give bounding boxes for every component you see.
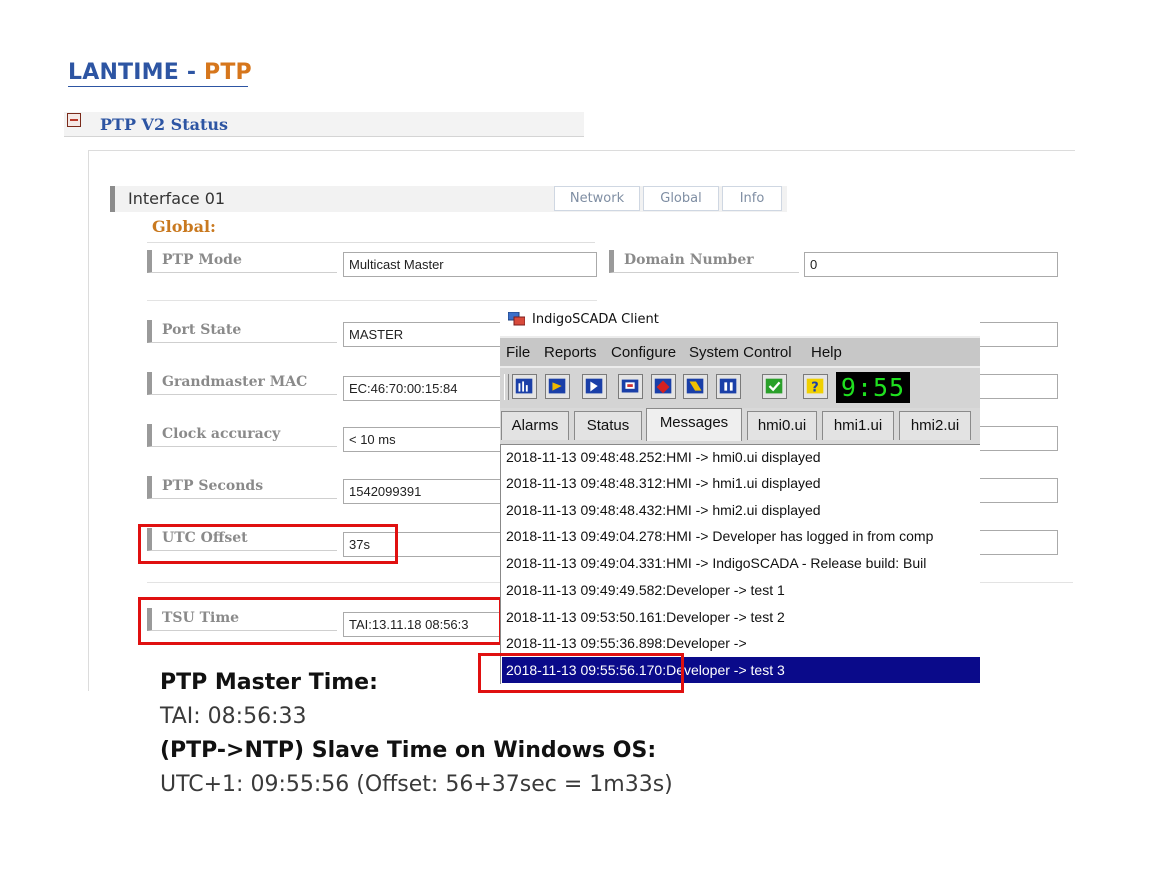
wizard-icon[interactable] (582, 374, 607, 399)
caption-slave-title: (PTP->NTP) Slave Time on Windows OS: (160, 738, 657, 763)
utc-offset-highlight (138, 524, 398, 564)
alarm-ack-icon[interactable] (651, 374, 676, 399)
message-row[interactable]: 2018-11-13 09:49:04.331:HMI -> IndigoSCA… (502, 550, 980, 576)
ptp-seconds-label: PTP Seconds (147, 476, 337, 499)
field-edge (978, 530, 1058, 555)
help-icon[interactable]: ? (803, 374, 828, 399)
caption-master-time: TAI: 08:56:33 (160, 704, 307, 729)
digital-clock: 9:55 (836, 372, 910, 403)
tab-global[interactable]: Global (643, 186, 719, 211)
interface-label: Interface 01 (128, 189, 226, 208)
menu-system-control[interactable]: System Control (689, 344, 792, 361)
tab-hmi0[interactable]: hmi0.ui (747, 411, 817, 440)
pause-icon[interactable] (716, 374, 741, 399)
divider (147, 242, 595, 243)
message-row[interactable]: 2018-11-13 09:48:48.432:HMI -> hmi2.ui d… (502, 497, 980, 523)
slide-title: LANTIME - PTP (68, 60, 252, 85)
message-row[interactable]: 2018-11-13 09:49:04.278:HMI -> Developer… (502, 523, 980, 549)
tab-hmi1[interactable]: hmi1.ui (822, 411, 894, 440)
ptp-mode-label: PTP Mode (147, 250, 337, 273)
app-icon (508, 312, 525, 326)
title-underline (68, 86, 248, 87)
grandmaster-mac-label: Grandmaster MAC (147, 372, 337, 395)
section-title: PTP V2 Status (100, 115, 228, 134)
timestamp-highlight (478, 653, 684, 693)
menu-configure[interactable]: Configure (611, 344, 676, 361)
check-icon[interactable] (762, 374, 787, 399)
window-title: IndigoSCADA Client (532, 312, 659, 327)
tag-icon[interactable] (683, 374, 708, 399)
message-row[interactable]: 2018-11-13 09:48:48.312:HMI -> hmi1.ui d… (502, 470, 980, 496)
ptp-mode-field[interactable]: Multicast Master (343, 252, 597, 277)
field-edge (978, 478, 1058, 503)
tab-hmi2[interactable]: hmi2.ui (899, 411, 971, 440)
port-state-label: Port State (147, 320, 337, 343)
divider (147, 300, 597, 301)
field-edge (978, 374, 1058, 399)
clock-accuracy-label: Clock accuracy (147, 424, 337, 447)
tab-info[interactable]: Info (722, 186, 782, 211)
message-row[interactable]: 2018-11-13 09:53:50.161:Developer -> tes… (502, 604, 980, 630)
message-row[interactable]: 2018-11-13 09:48:48.252:HMI -> hmi0.ui d… (502, 444, 980, 470)
report-icon[interactable] (512, 374, 537, 399)
import-icon[interactable] (545, 374, 570, 399)
tab-status[interactable]: Status (574, 411, 642, 440)
tab-messages[interactable]: Messages (646, 408, 742, 441)
collapse-minus-icon[interactable] (67, 113, 81, 127)
menu-reports[interactable]: Reports (544, 344, 597, 361)
tsu-time-highlight (138, 597, 502, 645)
caption-slave-time: UTC+1: 09:55:56 (Offset: 56+37sec = 1m33… (160, 772, 673, 797)
toolbar-grip (504, 374, 509, 400)
caption-master-title: PTP Master Time: (160, 670, 378, 695)
field-edge (978, 322, 1058, 347)
slide-title-highlight: PTP (204, 60, 252, 85)
field-edge (978, 426, 1058, 451)
export-icon[interactable] (618, 374, 643, 399)
slide-title-prefix: LANTIME - (68, 60, 205, 85)
domain-number-field[interactable]: 0 (804, 252, 1058, 277)
menu-file[interactable]: File (506, 344, 530, 361)
tab-network[interactable]: Network (554, 186, 640, 211)
svg-text:?: ? (811, 381, 818, 396)
message-row[interactable]: 2018-11-13 09:49:49.582:Developer -> tes… (502, 577, 980, 603)
global-group-label: Global: (152, 217, 216, 236)
menu-help[interactable]: Help (811, 344, 842, 361)
domain-number-label: Domain Number (609, 250, 799, 273)
tab-alarms[interactable]: Alarms (501, 411, 569, 440)
